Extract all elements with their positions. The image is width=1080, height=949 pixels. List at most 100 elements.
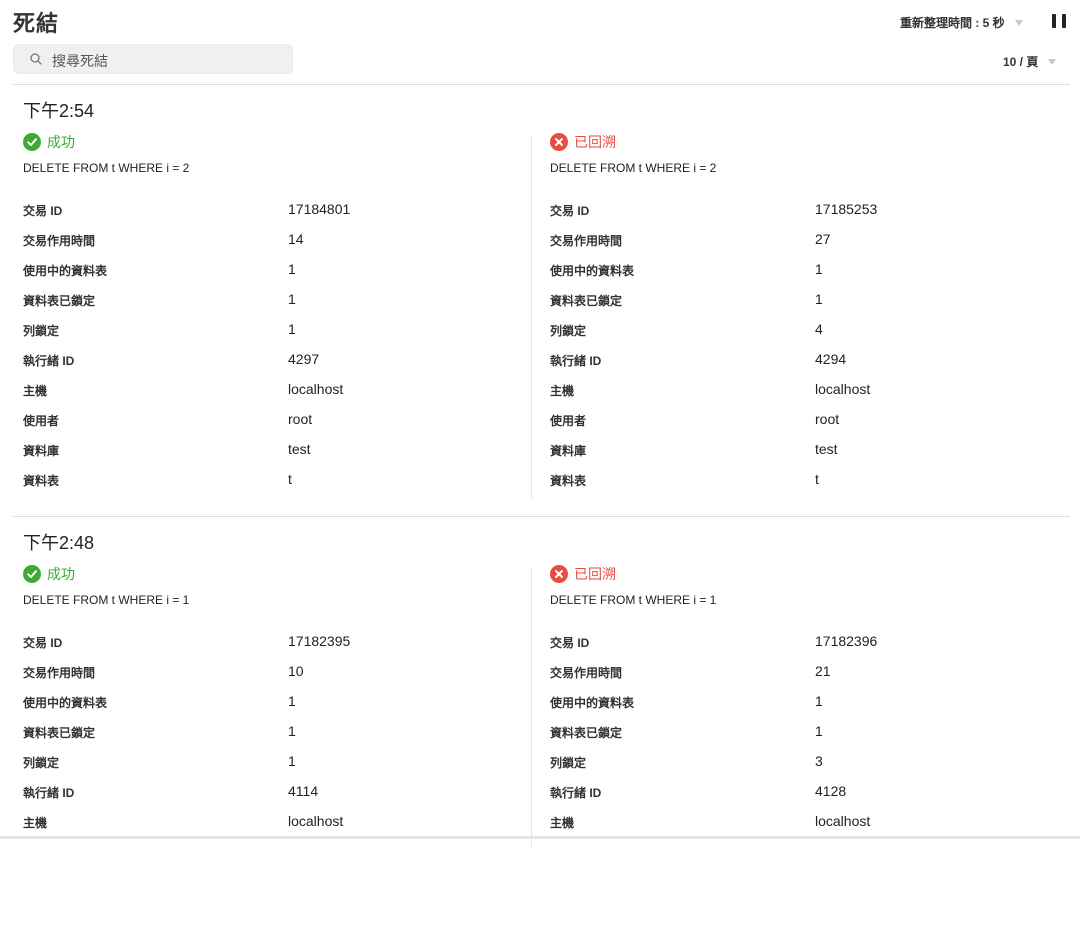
detail-row-tables-in-use: 使用中的資料表 1: [550, 693, 1050, 724]
detail-row-database: 資料庫 test: [23, 441, 523, 472]
detail-label: 交易 ID: [23, 204, 63, 218]
detail-row-duration: 交易作用時間 10: [23, 663, 523, 694]
detail-label: 交易 ID: [550, 636, 590, 650]
detail-label: 交易作用時間: [23, 666, 96, 680]
detail-row-thread-id: 執行緒 ID 4297: [23, 351, 523, 382]
detail-row-row-locks: 列鎖定 1: [23, 753, 523, 784]
detail-row-host: 主機 localhost: [23, 813, 523, 844]
check-circle-icon: [23, 565, 41, 583]
detail-row-tables-in-use: 使用中的資料表 1: [23, 693, 523, 724]
detail-label: 使用中的資料表: [23, 264, 108, 278]
status-label: 成功: [47, 566, 75, 582]
detail-value: t: [815, 471, 819, 487]
detail-row-row-locks: 列鎖定 3: [550, 753, 1050, 784]
refresh-interval-dropdown[interactable]: 重新整理時間 : 5 秒: [900, 14, 1023, 31]
detail-row-user: 使用者 root: [550, 411, 1050, 442]
detail-label: 執行緒 ID: [23, 354, 75, 368]
detail-value: 1: [815, 693, 823, 709]
search-icon: [30, 53, 42, 65]
chevron-down-icon: [1048, 58, 1057, 65]
detail-label: 交易 ID: [23, 636, 63, 650]
detail-value: 1: [288, 291, 296, 307]
detail-value: 4294: [815, 351, 847, 367]
status-badge: 成功: [23, 564, 75, 584]
divider: [13, 516, 1070, 517]
query-text: DELETE FROM t WHERE i = 2: [550, 161, 717, 175]
page-title: 死結: [13, 11, 60, 36]
page-size-dropdown[interactable]: 10 / 頁: [1003, 53, 1057, 70]
check-circle-icon: [23, 133, 41, 151]
detail-row-thread-id: 執行緒 ID 4128: [550, 783, 1050, 814]
query-text: DELETE FROM t WHERE i = 1: [23, 593, 190, 607]
deadlock-event: 下午2:54 成功 DELETE FROM t WHERE i = 2 交易 ID 17…: [13, 97, 1070, 517]
detail-row-tables-locked: 資料表已鎖定 1: [23, 291, 523, 322]
detail-row-database: 資料庫 test: [550, 441, 1050, 472]
divider: [13, 84, 1070, 85]
detail-row-tables-locked: 資料表已鎖定 1: [23, 723, 523, 754]
status-label: 成功: [47, 134, 75, 150]
pause-icon: [1052, 14, 1056, 28]
detail-label: 執行緒 ID: [550, 354, 602, 368]
search-input[interactable]: [50, 50, 284, 72]
detail-row-host: 主機 localhost: [23, 381, 523, 412]
detail-label: 列鎖定: [550, 756, 587, 770]
detail-label: 資料表已鎖定: [550, 294, 623, 308]
detail-label: 交易作用時間: [550, 666, 623, 680]
event-time: 下午2:48: [23, 533, 95, 553]
detail-value: 21: [815, 663, 831, 679]
detail-row-tables-locked: 資料表已鎖定 1: [550, 291, 1050, 322]
detail-row-table: 資料表 t: [550, 471, 1050, 502]
event-time: 下午2:54: [23, 101, 95, 121]
transaction-card-rolled-back: 已回溯 DELETE FROM t WHERE i = 1 交易 ID 1718239…: [550, 564, 1050, 944]
detail-label: 交易 ID: [550, 204, 590, 218]
detail-value: 4: [815, 321, 823, 337]
detail-value: test: [288, 441, 311, 457]
detail-label: 資料表已鎖定: [23, 726, 96, 740]
detail-value: 1: [288, 723, 296, 739]
detail-value: 17182396: [815, 633, 878, 649]
pause-button[interactable]: [1052, 14, 1066, 28]
detail-value: 1: [815, 291, 823, 307]
detail-value: root: [288, 411, 313, 427]
detail-row-transaction-id: 交易 ID 17182396: [550, 633, 1050, 664]
transaction-card-success: 成功 DELETE FROM t WHERE i = 2 交易 ID 17184801…: [23, 132, 523, 512]
detail-value: localhost: [815, 813, 871, 829]
status-label: 已回溯: [574, 566, 616, 582]
detail-label: 列鎖定: [550, 324, 587, 338]
detail-row-host: 主機 localhost: [550, 813, 1050, 844]
query-text: DELETE FROM t WHERE i = 1: [550, 593, 717, 607]
detail-label: 資料表: [550, 474, 587, 488]
detail-value: 1: [288, 753, 296, 769]
detail-value: 3: [815, 753, 823, 769]
detail-value: 27: [815, 231, 831, 247]
detail-row-transaction-id: 交易 ID 17184801: [23, 201, 523, 232]
detail-value: localhost: [288, 381, 344, 397]
detail-value: 1: [815, 261, 823, 277]
detail-label: 執行緒 ID: [23, 786, 75, 800]
search-box[interactable]: [13, 44, 293, 74]
page-size-label: 10 / 頁: [1003, 55, 1039, 69]
detail-row-row-locks: 列鎖定 4: [550, 321, 1050, 352]
detail-row-row-locks: 列鎖定 1: [23, 321, 523, 352]
column-divider: [531, 567, 532, 847]
transaction-card-rolled-back: 已回溯 DELETE FROM t WHERE i = 2 交易 ID 1718525…: [550, 132, 1050, 512]
chevron-down-icon: [1014, 19, 1023, 26]
detail-row-transaction-id: 交易 ID 17185253: [550, 201, 1050, 232]
detail-value: 4128: [815, 783, 847, 799]
detail-label: 資料庫: [550, 444, 587, 458]
detail-value: localhost: [815, 381, 871, 397]
detail-value: 14: [288, 231, 304, 247]
transaction-card-success: 成功 DELETE FROM t WHERE i = 1 交易 ID 17182395…: [23, 564, 523, 944]
page-header: 死結 重新整理時間 : 5 秒 10 / 頁: [0, 0, 1080, 84]
detail-row-user: 使用者 root: [23, 411, 523, 442]
detail-row-tables-locked: 資料表已鎖定 1: [550, 723, 1050, 754]
detail-row-host: 主機 localhost: [550, 381, 1050, 412]
status-badge: 已回溯: [550, 564, 616, 584]
detail-row-duration: 交易作用時間 14: [23, 231, 523, 262]
detail-value: 4297: [288, 351, 320, 367]
detail-label: 主機: [23, 384, 48, 398]
detail-label: 交易作用時間: [550, 234, 623, 248]
detail-label: 資料庫: [23, 444, 60, 458]
deadlock-event: 下午2:48 成功 DELETE FROM t WHERE i = 1 交易 ID 17…: [13, 529, 1070, 949]
detail-value: 1: [288, 693, 296, 709]
